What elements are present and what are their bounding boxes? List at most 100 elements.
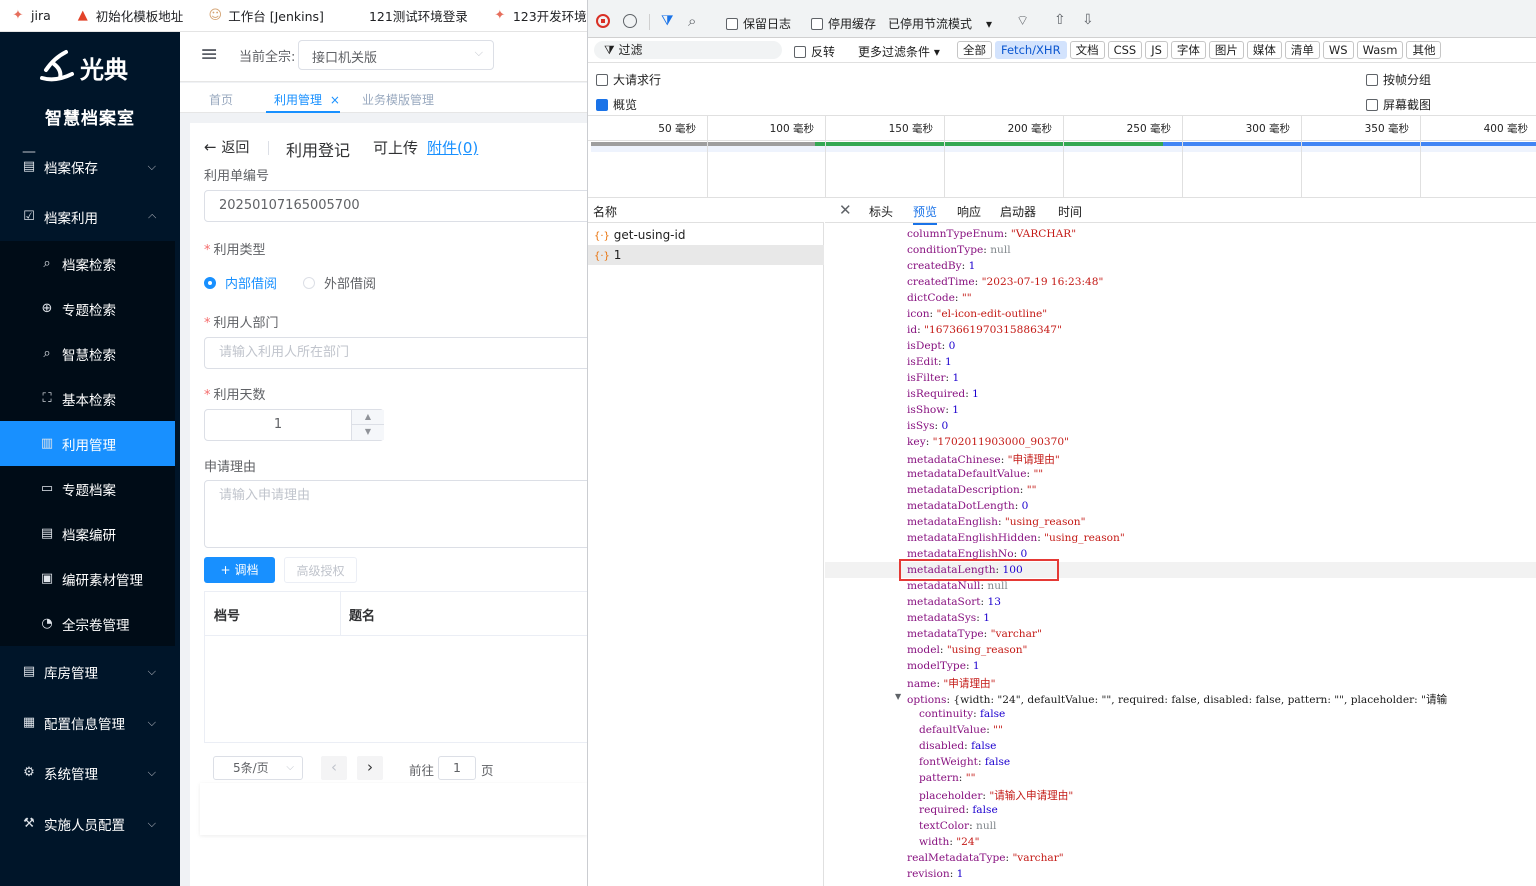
goto-page-input[interactable]: 1 <box>438 756 476 780</box>
number-input[interactable]: 20250107165005700 <box>204 190 587 222</box>
filter-chip[interactable]: CSS <box>1107 41 1143 59</box>
checkbox-icon <box>596 74 608 86</box>
bookmark-item[interactable]: ▲ 初始化模板地址 <box>75 6 184 25</box>
reason-textarea[interactable]: 请输入申请理由 <box>204 480 587 548</box>
filter-chip[interactable]: JS <box>1145 41 1168 59</box>
filter-chip[interactable]: 媒体 <box>1246 41 1282 59</box>
bookmark-item[interactable]: ✦ jira <box>10 8 51 24</box>
filter-chip[interactable]: WS <box>1322 41 1354 59</box>
days-stepper[interactable]: 1 ▲ ▼ <box>204 409 384 441</box>
page-size-select[interactable]: 5条/页 ⌵ <box>213 756 303 780</box>
sidebar-item-2[interactable]: ⌕ 档案检索 <box>0 241 175 286</box>
filter-chip[interactable]: 图片 <box>1208 41 1244 59</box>
sidebar-item-0[interactable]: ▤ 档案保存 ⌵ <box>0 144 180 189</box>
overview-checkbox[interactable]: 概览 <box>596 96 637 113</box>
json-value: false <box>984 756 1011 768</box>
sidebar-item-7[interactable]: ▭ 专题档案 <box>0 466 175 511</box>
filter-chip[interactable]: 全部 <box>957 41 992 59</box>
json-key: key <box>907 436 926 448</box>
preserve-log-checkbox[interactable]: 保留日志 <box>726 15 791 32</box>
prev-page-button[interactable]: ‹ <box>321 756 347 780</box>
close-icon[interactable]: × <box>330 93 340 107</box>
radio-internal[interactable]: 内部借阅 <box>204 273 277 292</box>
sidebar-item-1[interactable]: ☑ 档案利用 ⌵ <box>0 194 180 239</box>
screenshots-checkbox[interactable]: 屏幕截图 <box>1366 96 1431 113</box>
detail-tab[interactable]: 响应 <box>957 203 981 220</box>
throttle-select[interactable]: 已停用节流模式 ▾ <box>888 15 992 32</box>
wifi-icon[interactable]: ⌔ <box>1016 12 1029 30</box>
big-rows-checkbox[interactable]: 大请求行 <box>596 71 661 88</box>
json-value: 1 <box>972 388 979 400</box>
filter-chip[interactable]: 文档 <box>1069 41 1105 59</box>
chevron-down-icon: ⌵ <box>147 159 156 173</box>
sidebar-item-14[interactable]: ⚒ 实施人员配置 ⌵ <box>0 801 180 846</box>
fonds-select[interactable]: 接口机关版 ⌵ <box>298 40 494 70</box>
expand-triangle-icon[interactable]: ▼ <box>895 692 904 701</box>
filter-icon[interactable]: ⧩ <box>661 13 674 29</box>
upload-icon[interactable]: ⇧ <box>1054 12 1066 28</box>
bookmark-item[interactable]: ☺ 工作台 [Jenkins] <box>207 6 323 25</box>
hamburger-icon[interactable]: ≡ <box>200 44 218 66</box>
attachment-link[interactable]: 附件(0) <box>427 137 478 158</box>
bookmark-label: 初始化模板地址 <box>95 9 184 24</box>
group-by-frame-checkbox[interactable]: 按帧分组 <box>1366 71 1431 88</box>
plus-icon: + <box>220 563 231 577</box>
next-page-button[interactable]: › <box>357 756 383 780</box>
filter-chip[interactable]: Wasm <box>1356 41 1404 59</box>
record-stop-icon[interactable] <box>596 14 610 28</box>
close-icon[interactable]: ✕ <box>839 201 852 219</box>
filter-chip[interactable]: 字体 <box>1170 41 1206 59</box>
json-property: conditionType: null <box>907 244 1011 256</box>
advanced-auth-button[interactable]: 高级授权 <box>284 557 357 583</box>
sidebar-item-3[interactable]: ⊕ 专题检索 <box>0 286 175 331</box>
clear-icon[interactable] <box>623 14 637 28</box>
sidebar-item-11[interactable]: ▤ 库房管理 ⌵ <box>0 649 180 694</box>
timeline-tick-label: 250 毫秒 <box>1126 123 1171 135</box>
sidebar-item-9[interactable]: ▣ 编研素材管理 <box>0 556 175 601</box>
gear-icon: ⚙ <box>23 764 35 780</box>
tab-home[interactable]: 首页 <box>209 91 233 108</box>
filter-chip[interactable]: Fetch/XHR <box>995 41 1067 59</box>
timeline-overview[interactable]: 50 毫秒 100 毫秒 150 毫秒 200 毫秒 250 毫秒 300 毫秒 350 毫… <box>588 116 1536 198</box>
devtools-panel: ⧩ ⌕ 保留日志 停用缓存 已停用节流模式 ▾ ⌔ ⇧ ⇩ ⧩ 过滤 反转 更多过… <box>587 0 1536 886</box>
back-button[interactable]: ← 返回 <box>204 137 249 157</box>
tab-template-management[interactable]: 业务模版管理 <box>362 91 434 108</box>
sidebar-item-13[interactable]: ⚙ 系统管理 ⌵ <box>0 750 180 795</box>
filter-input[interactable]: ⧩ 过滤 <box>594 41 782 59</box>
detail-tab[interactable]: 时间 <box>1058 203 1082 220</box>
sidebar-item-4[interactable]: ⌕ 智慧检索 <box>0 331 175 376</box>
invert-checkbox[interactable]: 反转 <box>794 43 835 60</box>
increase-button[interactable]: ▲ <box>351 410 384 425</box>
radio-external[interactable]: 外部借阅 <box>303 273 376 292</box>
request-row-selected[interactable]: {·} 1 <box>588 245 824 265</box>
dept-input[interactable]: 请输入利用人所在部门 <box>204 337 587 369</box>
bookmark-item[interactable]: 121测试环境登录 <box>348 6 468 25</box>
request-row[interactable]: {·} get-using-id <box>588 225 824 245</box>
sidebar-item-12[interactable]: ▦ 配置信息管理 ⌵ <box>0 700 180 745</box>
config-icon: ▦ <box>22 714 36 730</box>
search-icon[interactable]: ⌕ <box>688 12 696 30</box>
disable-cache-checkbox[interactable]: 停用缓存 <box>811 15 876 32</box>
download-icon[interactable]: ⇩ <box>1082 12 1094 28</box>
detail-tab[interactable]: 标头 <box>869 203 893 220</box>
json-property: isDept: 0 <box>907 340 956 352</box>
radio-checked-icon <box>204 276 216 289</box>
sidebar-item-5[interactable]: ⛶ 基本检索 <box>0 376 175 421</box>
json-value: "" <box>965 772 976 784</box>
chevron-down-icon: ⌵ <box>286 762 294 773</box>
request-list: 名称 {·} get-using-id {·} 1 <box>588 198 824 886</box>
sidebar-item-8[interactable]: ▤ 档案编研 <box>0 511 175 556</box>
decrease-button[interactable]: ▼ <box>351 425 384 440</box>
detail-tab[interactable]: 启动器 <box>1000 203 1036 220</box>
tab-usage-management[interactable]: 利用管理 × <box>274 91 340 108</box>
sidebar: 光典 智慧档案室 — ▤ 档案保存 ⌵ ☑ 档案利用 ⌵ ⌕ 档案检索 ⊕ 专题检索 ⌕ 智慧检索 ⛶ 基… <box>0 32 180 886</box>
filter-chip[interactable]: 其他 <box>1406 41 1442 59</box>
disable-cache-label: 停用缓存 <box>828 17 877 31</box>
fetch-archive-button[interactable]: + 调档 <box>204 557 275 583</box>
more-filters-dropdown[interactable]: 更多过滤条件 ▾ <box>858 43 940 60</box>
detail-tab[interactable]: 预览 <box>913 203 938 225</box>
filter-chip[interactable]: 清单 <box>1284 41 1320 59</box>
sidebar-item-6[interactable]: ▥ 利用管理 <box>0 421 175 466</box>
bookmark-item[interactable]: ✦ 123开发环境登录 <box>492 6 587 25</box>
sidebar-item-10[interactable]: ◔ 全宗卷管理 <box>0 601 175 646</box>
